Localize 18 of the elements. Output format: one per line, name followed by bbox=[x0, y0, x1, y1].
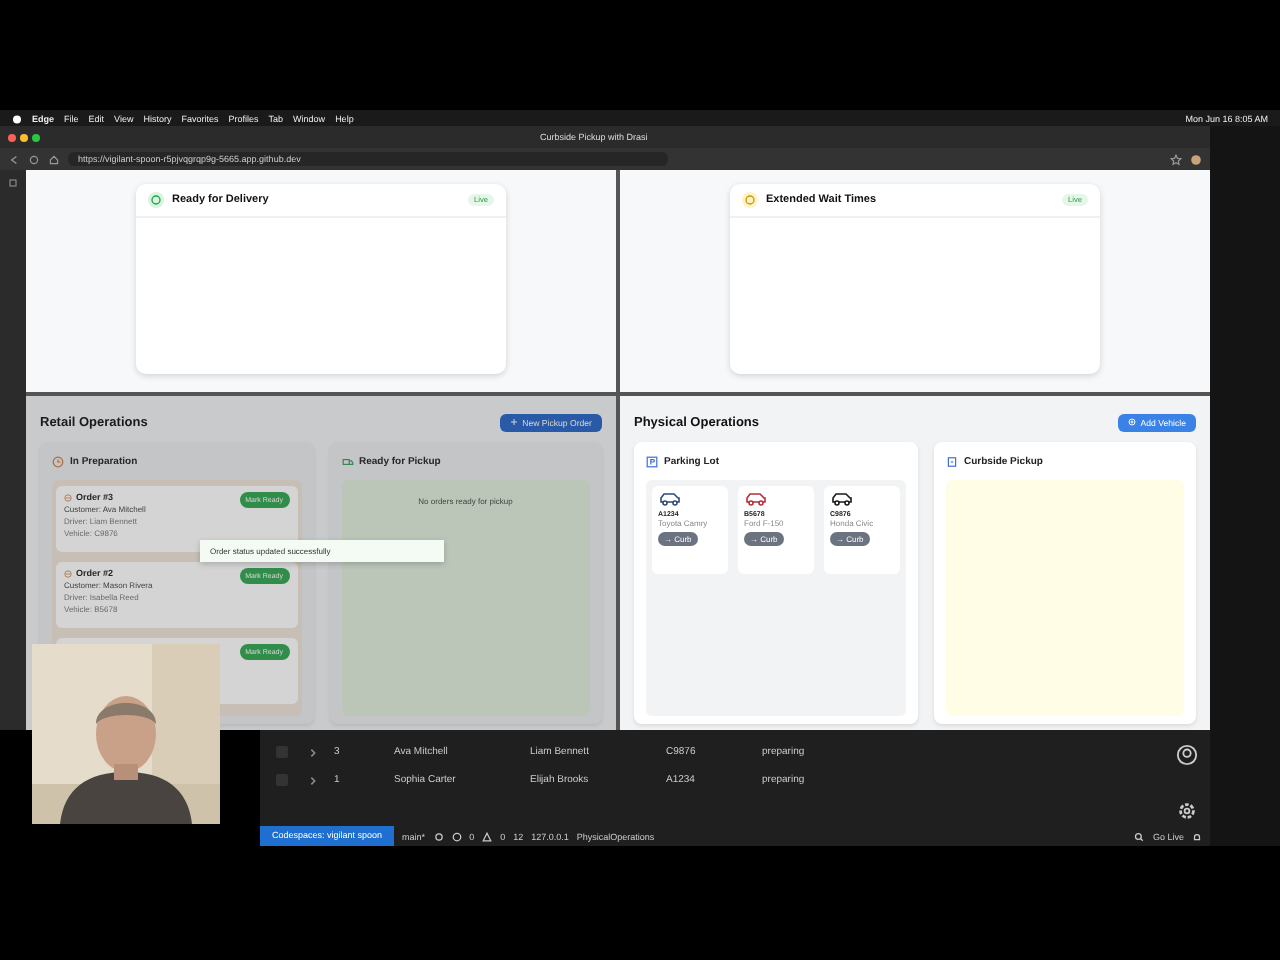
home-icon bbox=[48, 153, 60, 165]
search-icon bbox=[1134, 831, 1145, 841]
check-circle-icon bbox=[148, 192, 164, 208]
star-icon bbox=[1170, 153, 1182, 165]
parking-icon bbox=[646, 456, 658, 468]
back-icon bbox=[8, 153, 20, 165]
tab-icon bbox=[8, 178, 18, 188]
chevron-icon bbox=[308, 775, 318, 785]
clipboard-icon bbox=[946, 456, 958, 468]
error-icon bbox=[451, 831, 462, 841]
warning-icon bbox=[482, 831, 493, 841]
settings-icon bbox=[1176, 800, 1198, 822]
truck-icon bbox=[341, 456, 353, 468]
profile-icon bbox=[1190, 153, 1202, 165]
plus-icon bbox=[510, 418, 519, 426]
chevron-icon bbox=[308, 747, 318, 757]
account-icon bbox=[1176, 744, 1198, 766]
plus-circle-icon bbox=[1128, 418, 1137, 426]
